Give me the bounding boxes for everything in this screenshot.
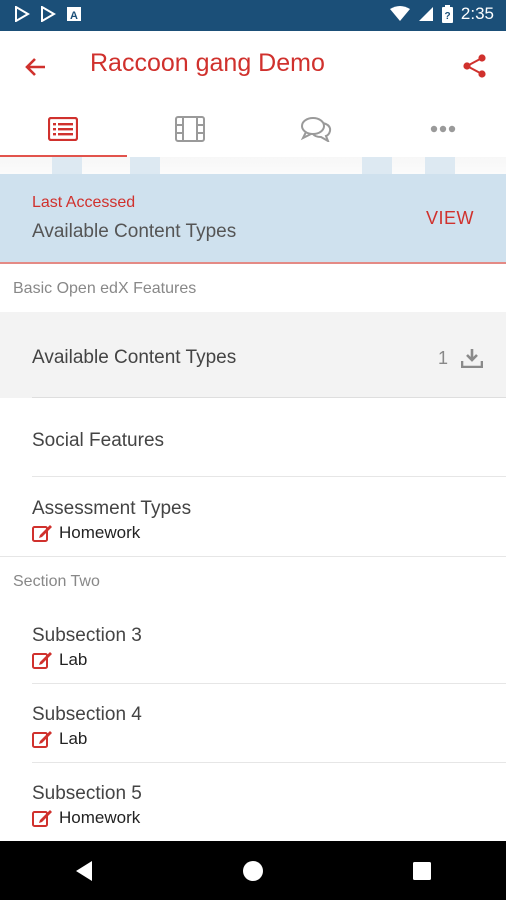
page-title: Raccoon gang Demo bbox=[90, 49, 325, 77]
svg-text:A: A bbox=[70, 10, 78, 22]
play-store-icon bbox=[15, 6, 30, 22]
last-accessed-card[interactable]: Last Accessed Available Content Types VI… bbox=[0, 174, 506, 264]
share-icon bbox=[463, 54, 486, 78]
signal-icon bbox=[418, 7, 433, 21]
discussion-icon bbox=[301, 117, 332, 142]
share-button[interactable] bbox=[460, 51, 490, 81]
tab-bar bbox=[0, 101, 506, 158]
item-count: 1 bbox=[437, 348, 448, 368]
list-item[interactable]: Subsection 5 Homework bbox=[0, 763, 506, 841]
tab-more[interactable] bbox=[380, 101, 506, 157]
list-item[interactable]: Assessment Types Homework bbox=[0, 477, 506, 556]
app-bar: Raccoon gang Demo bbox=[0, 31, 506, 101]
wifi-icon bbox=[389, 6, 410, 21]
item-subtitle-label: Lab bbox=[59, 650, 88, 669]
clock: 2:35 bbox=[460, 4, 494, 23]
battery-icon: ? bbox=[441, 5, 453, 23]
video-icon bbox=[174, 116, 205, 142]
back-triangle-icon bbox=[76, 860, 93, 881]
item-subtitle: Homework bbox=[32, 808, 140, 828]
nav-home-button[interactable] bbox=[223, 841, 283, 900]
last-accessed-title: Available Content Types bbox=[32, 221, 237, 242]
list-item[interactable]: Social Features bbox=[0, 398, 506, 477]
svg-text:?: ? bbox=[444, 11, 450, 22]
edit-icon bbox=[32, 525, 52, 542]
a-square-icon: A bbox=[67, 7, 81, 22]
item-subtitle: Homework bbox=[32, 523, 140, 543]
tab-course-outline[interactable] bbox=[0, 101, 127, 158]
section-header: Basic Open edX Features bbox=[13, 280, 197, 297]
course-outline-icon bbox=[48, 117, 79, 141]
list-item-title: Subsection 3 bbox=[32, 625, 142, 646]
recents-square-icon bbox=[412, 861, 431, 880]
status-bar: A ? 2:35 bbox=[0, 0, 506, 31]
arrow-left-icon bbox=[25, 58, 45, 76]
list-item-title: Subsection 4 bbox=[32, 704, 142, 725]
nav-recents-button[interactable] bbox=[392, 841, 452, 900]
back-button[interactable] bbox=[20, 51, 52, 83]
section-header: Section Two bbox=[13, 573, 100, 590]
list-item-title: Subsection 5 bbox=[32, 783, 142, 804]
list-item[interactable]: Subsection 3 Lab bbox=[0, 605, 506, 684]
list-item-title: Assessment Types bbox=[32, 498, 192, 519]
section-divider bbox=[0, 556, 506, 557]
list-item-title: Available Content Types bbox=[32, 347, 237, 368]
header-image-strip bbox=[0, 157, 506, 174]
nav-back-button[interactable] bbox=[54, 841, 114, 900]
list-item-title: Social Features bbox=[32, 430, 165, 451]
system-nav-bar bbox=[0, 841, 506, 900]
edit-icon bbox=[32, 652, 52, 669]
download-button[interactable] bbox=[460, 346, 484, 370]
edit-icon bbox=[32, 731, 52, 748]
list-item[interactable]: Available Content Types 1 bbox=[0, 312, 506, 398]
item-subtitle-label: Homework bbox=[59, 523, 141, 542]
item-subtitle-label: Lab bbox=[59, 729, 88, 748]
play-store-icon bbox=[41, 6, 56, 22]
home-circle-icon bbox=[242, 860, 263, 881]
tab-discussion[interactable] bbox=[253, 101, 380, 157]
tab-videos[interactable] bbox=[127, 101, 254, 157]
item-subtitle-label: Homework bbox=[59, 808, 141, 827]
edit-icon bbox=[32, 810, 52, 827]
more-icon bbox=[430, 125, 455, 133]
notification-icons: A bbox=[14, 6, 82, 22]
item-subtitle: Lab bbox=[32, 650, 87, 670]
item-subtitle: Lab bbox=[32, 729, 87, 749]
list-item[interactable]: Subsection 4 Lab bbox=[0, 684, 506, 763]
last-accessed-label: Last Accessed bbox=[32, 194, 136, 211]
view-button[interactable]: VIEW bbox=[426, 208, 474, 229]
download-icon bbox=[461, 349, 483, 368]
